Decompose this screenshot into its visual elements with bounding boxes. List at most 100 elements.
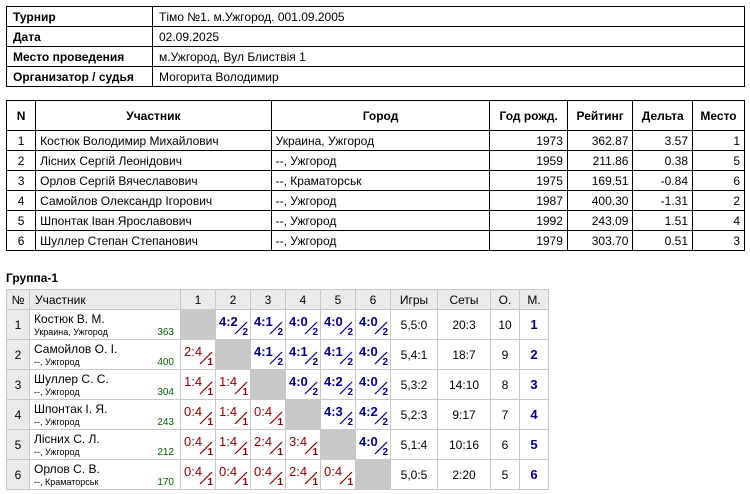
match-rating-delta: 2 <box>382 447 388 458</box>
participant-cell: 1992 <box>489 210 568 231</box>
group-row: 5 Лісних С. Л. --, Ужгород 212 0:4 1 1:4 1 2:4 1 3… <box>6 429 549 460</box>
match-result-cell: 4:2 2 <box>215 309 251 340</box>
match-result-cell: 0:4 1 <box>250 399 286 430</box>
group-header-col-2: 2 <box>215 289 251 310</box>
match-rating-delta: 2 <box>382 387 388 398</box>
group-sets: 2:20 <box>437 459 491 490</box>
match-rating-delta: 1 <box>207 447 213 458</box>
player-city: --, Ужгород <box>34 417 80 427</box>
self-match-cell <box>285 399 321 430</box>
participant-cell: 0.51 <box>632 230 694 251</box>
participant-cell: 3 <box>5 170 37 191</box>
match-result-cell: 2:4 1 <box>250 429 286 460</box>
match-rating-delta: 1 <box>312 477 318 488</box>
match-result-cell: 4:0 2 <box>355 369 391 400</box>
group-row: 6 Орлов С. В. --, Краматорськ 170 0:4 1 0:4 1 0:… <box>6 459 549 490</box>
participant-cell: Орлов Сергій Вячеславович <box>35 170 272 191</box>
player-name: Шпонтак І. Я. <box>34 402 108 416</box>
participant-cell: Лісних Сергій Леонідович <box>35 150 272 171</box>
participant-row: 3 Орлов Сергій Вячеславович --, Краматорсь… <box>5 170 745 191</box>
match-result-cell: 1:4 1 <box>215 369 251 400</box>
match-rating-delta: 2 <box>382 417 388 428</box>
group-player-cell: Лісних С. Л. --, Ужгород 212 <box>29 429 181 460</box>
match-rating-delta: 2 <box>277 327 283 338</box>
participant-cell: --, Ужгород <box>270 150 491 171</box>
group-sets: 18:7 <box>437 339 491 370</box>
match-rating-delta: 2 <box>382 357 388 368</box>
participant-cell: 1.51 <box>632 210 694 231</box>
group-games: 5,4:1 <box>390 339 438 370</box>
match-result-cell: 4:0 2 <box>285 369 321 400</box>
group-games: 5,5:0 <box>390 309 438 340</box>
player-name: Самойлов О. І. <box>34 342 118 356</box>
info-key: Турнир <box>6 6 153 27</box>
participant-cell: 3 <box>692 230 745 251</box>
match-rating-delta: 1 <box>207 357 213 368</box>
participant-cell: --, Ужгород <box>270 210 491 231</box>
match-result-cell: 4:0 2 <box>285 309 321 340</box>
group-row-num: 5 <box>6 429 30 460</box>
group-games: 5,0:5 <box>390 459 438 490</box>
group-title: Группа-1 <box>6 271 59 285</box>
participant-cell: 2 <box>692 190 745 211</box>
group-points: 6 <box>490 429 520 460</box>
match-result-cell: 4:0 2 <box>355 309 391 340</box>
match-result-cell: 4:0 2 <box>355 339 391 370</box>
player-rating: 400 <box>157 357 174 368</box>
participant-row: 5 Шпонтак Іван Ярославович --, Ужгород 1992… <box>5 210 745 231</box>
group-header-row: № Участник 1 2 3 4 5 6 Игры Сеты О. М. <box>6 289 549 310</box>
group-place: 4 <box>519 399 549 430</box>
match-rating-delta: 1 <box>207 387 213 398</box>
player-city: --, Ужгород <box>34 387 80 397</box>
participant-cell: 1987 <box>489 190 568 211</box>
self-match-cell <box>355 459 391 490</box>
participant-cell: 243.09 <box>566 210 634 231</box>
participant-cell: --, Ужгород <box>270 190 491 211</box>
participant-cell: 1959 <box>489 150 568 171</box>
participant-cell: Украина, Ужгород <box>270 130 491 151</box>
player-rating: 243 <box>157 417 174 428</box>
participant-cell: 5 <box>5 210 37 231</box>
info-key: Место проведения <box>6 46 153 67</box>
participant-cell: 211.86 <box>566 150 634 171</box>
player-name: Шуллер С. С. <box>34 372 109 386</box>
match-rating-delta: 2 <box>312 387 318 398</box>
group-player-cell: Шуллер С. С. --, Ужгород 304 <box>29 369 181 400</box>
info-value: м.Ужгород, Вул Блиствія 1 <box>152 46 745 67</box>
match-rating-delta: 1 <box>277 417 283 428</box>
player-rating: 363 <box>157 327 174 338</box>
player-city: --, Краматорськ <box>34 477 99 487</box>
group-points: 8 <box>490 369 520 400</box>
match-result-cell: 0:4 1 <box>215 459 251 490</box>
group-games: 5,1:4 <box>390 429 438 460</box>
participants-header-cell: Рейтинг <box>566 100 634 131</box>
participant-cell: 3.57 <box>632 130 694 151</box>
group-sets: 10:16 <box>437 429 491 460</box>
group-header-place: М. <box>519 289 549 310</box>
participants-header-cell: Место <box>692 100 745 131</box>
player-city: Украина, Ужгород <box>34 327 108 337</box>
participants-header-cell: Участник <box>35 100 272 131</box>
group-place: 1 <box>519 309 549 340</box>
match-rating-delta: 1 <box>242 387 248 398</box>
participants-header-cell: Год рожд. <box>489 100 568 131</box>
participant-cell: 400.30 <box>566 190 634 211</box>
info-row: Турнир Тімо №1. м.Ужгород. 001.09.2005 <box>6 6 745 27</box>
group-row: 3 Шуллер С. С. --, Ужгород 304 1:4 1 1:4 1 4:0 2 4… <box>6 369 549 400</box>
participant-cell: 5 <box>692 150 745 171</box>
match-rating-delta: 2 <box>347 417 353 428</box>
match-result-cell: 4:3 2 <box>320 399 356 430</box>
match-result-cell: 4:0 2 <box>355 429 391 460</box>
group-sets: 9:17 <box>437 399 491 430</box>
match-result-cell: 0:4 1 <box>180 399 216 430</box>
player-rating: 304 <box>157 387 174 398</box>
player-name: Костюк В. М. <box>34 312 105 326</box>
match-rating-delta: 1 <box>312 447 318 458</box>
group-header-games: Игры <box>390 289 438 310</box>
match-rating-delta: 1 <box>242 417 248 428</box>
participant-cell: 1979 <box>489 230 568 251</box>
group-points: 5 <box>490 459 520 490</box>
match-result-cell: 1:4 1 <box>215 429 251 460</box>
participants-table: N Участник Город Год рожд. Рейтинг Дельта Мест… <box>5 100 745 251</box>
participant-cell: 1975 <box>489 170 568 191</box>
